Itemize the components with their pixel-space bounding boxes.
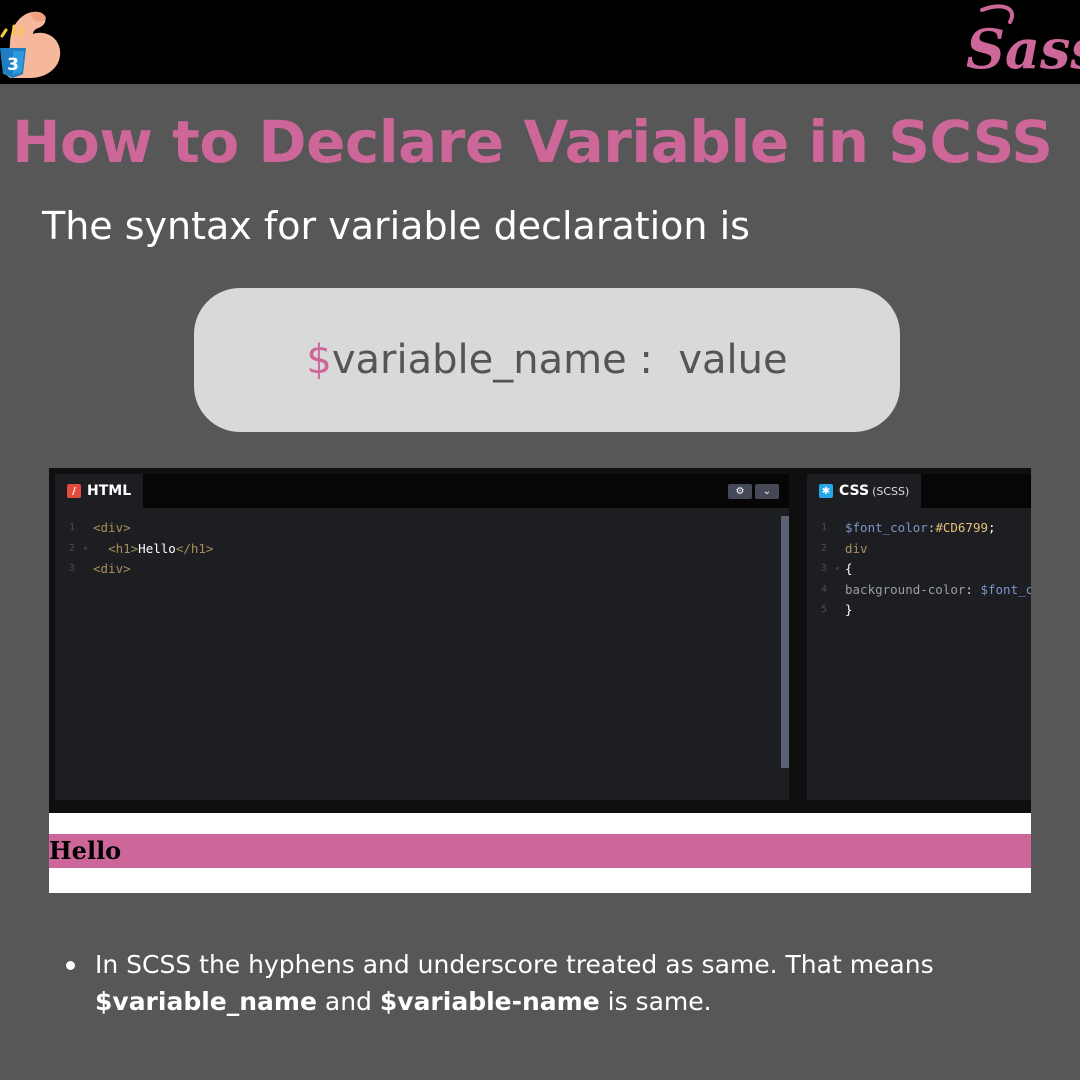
css3-badge-number: 3 <box>7 55 19 75</box>
css-code[interactable]: 1 $font_color: #CD6799; 2 div 3 ▾{ 4 backgrou… <box>807 518 1031 621</box>
code-token: div <box>845 540 868 556</box>
css-asterisk-icon: ✱ <box>819 484 833 498</box>
preview-output: Hello <box>49 813 1031 893</box>
fold-arrow-icon[interactable]: ▾ <box>835 559 845 580</box>
code-token: Hello <box>138 540 176 556</box>
tab-css-label: CSS <box>839 483 870 499</box>
code-token: </h1> <box>175 540 214 556</box>
line-number: 4 <box>820 583 827 595</box>
code-token: <div> <box>93 561 131 576</box>
css3-shield-flex-arm-icon: 3 <box>0 11 61 78</box>
output-heading-bar <box>49 834 1031 868</box>
html-scrollbar[interactable] <box>781 516 789 768</box>
code-token: : <box>927 520 936 535</box>
html-code[interactable]: 1 <div> 2 ▾ <h1> Hello </h1> 3 <div> <box>55 518 213 580</box>
code-token: ; <box>988 520 996 535</box>
tab-css[interactable]: ✱ CSS (SCSS) <box>807 474 922 508</box>
tab-html-label: HTML <box>87 483 132 499</box>
line-number: 1 <box>820 522 827 533</box>
code-token: background-color <box>845 581 966 597</box>
sass-logo-icon: Sass <box>966 4 1080 81</box>
line-number: 3 <box>820 563 827 574</box>
note-text: In SCSS the hyphens and underscore treat… <box>95 946 1026 1020</box>
line-number: 5 <box>820 604 827 615</box>
top-bar: 3 Sass <box>0 0 1080 84</box>
code-line: 2 div <box>807 539 1031 560</box>
code-line: 4 background-color: $font_color <box>807 580 1031 601</box>
code-line: 2 ▾ <h1> Hello </h1> <box>55 539 213 560</box>
output-heading: Hello <box>49 836 122 865</box>
html-pane-buttons: ⚙ ⌄ <box>728 484 779 499</box>
syntax-dollar: $ <box>306 337 332 383</box>
note-list-item: In SCSS the hyphens and underscore treat… <box>66 946 1026 1020</box>
bullet-dot <box>66 961 75 970</box>
code-token: { <box>845 561 853 576</box>
line-number: 2 <box>68 542 75 554</box>
note-part: is same. <box>599 987 712 1016</box>
syntax-value: value <box>678 337 788 383</box>
syntax-separator: : <box>626 337 679 383</box>
sass-logo-text: Sass <box>966 17 1080 81</box>
html-pane-header: / HTML ⚙ ⌄ <box>55 474 789 508</box>
code-line: 5} <box>807 600 1031 621</box>
css-pane-header: ✱ CSS (SCSS) <box>807 474 1031 508</box>
line-number: 3 <box>68 563 75 574</box>
syntax-variable-name: variable_name <box>331 337 627 383</box>
code-token: : <box>965 581 981 597</box>
page-subtitle: The syntax for variable declaration is <box>42 204 750 248</box>
code-line: 1 <div> <box>55 518 213 539</box>
note-bold-underscore: $variable_name <box>95 987 317 1016</box>
fold-arrow-icon[interactable]: ▾ <box>83 539 93 560</box>
code-token: $font_color <box>845 520 928 535</box>
code-token: $font_color <box>980 581 1031 597</box>
code-editor: / HTML ⚙ ⌄ 1 <div> 2 ▾ <h1> Hello </h1> 3 <di… <box>49 468 1031 813</box>
tab-css-sub: (SCSS) <box>872 484 910 498</box>
html-slash-icon: / <box>67 484 81 498</box>
tab-html[interactable]: / HTML <box>55 474 144 508</box>
settings-gear-button[interactable]: ⚙ <box>728 484 752 499</box>
html-pane[interactable]: / HTML ⚙ ⌄ 1 <div> 2 ▾ <h1> Hello </h1> 3 <di… <box>55 474 789 800</box>
line-number: 1 <box>68 522 75 533</box>
css-pane[interactable]: ✱ CSS (SCSS) 1 $font_color: #CD6799; 2 div … <box>807 474 1031 800</box>
code-line: 3 ▾{ <box>807 559 1031 580</box>
code-token: <h1> <box>108 540 139 556</box>
line-number: 2 <box>820 542 827 554</box>
note-part: In SCSS the hyphens and underscore treat… <box>95 950 934 979</box>
code-line: 3 <div> <box>55 559 213 580</box>
code-token: <div> <box>93 520 131 535</box>
note-part: and <box>316 987 380 1016</box>
code-token: #CD6799 <box>935 520 989 535</box>
collapse-chevron-button[interactable]: ⌄ <box>755 484 779 499</box>
syntax-box: $ variable_name : value <box>194 288 900 432</box>
page-title: How to Declare Variable in SCSS <box>12 108 1053 176</box>
code-line: 1 $font_color: #CD6799; <box>807 518 1031 539</box>
code-token: } <box>845 602 853 617</box>
note-bold-hyphen: $variable-name <box>379 987 600 1016</box>
